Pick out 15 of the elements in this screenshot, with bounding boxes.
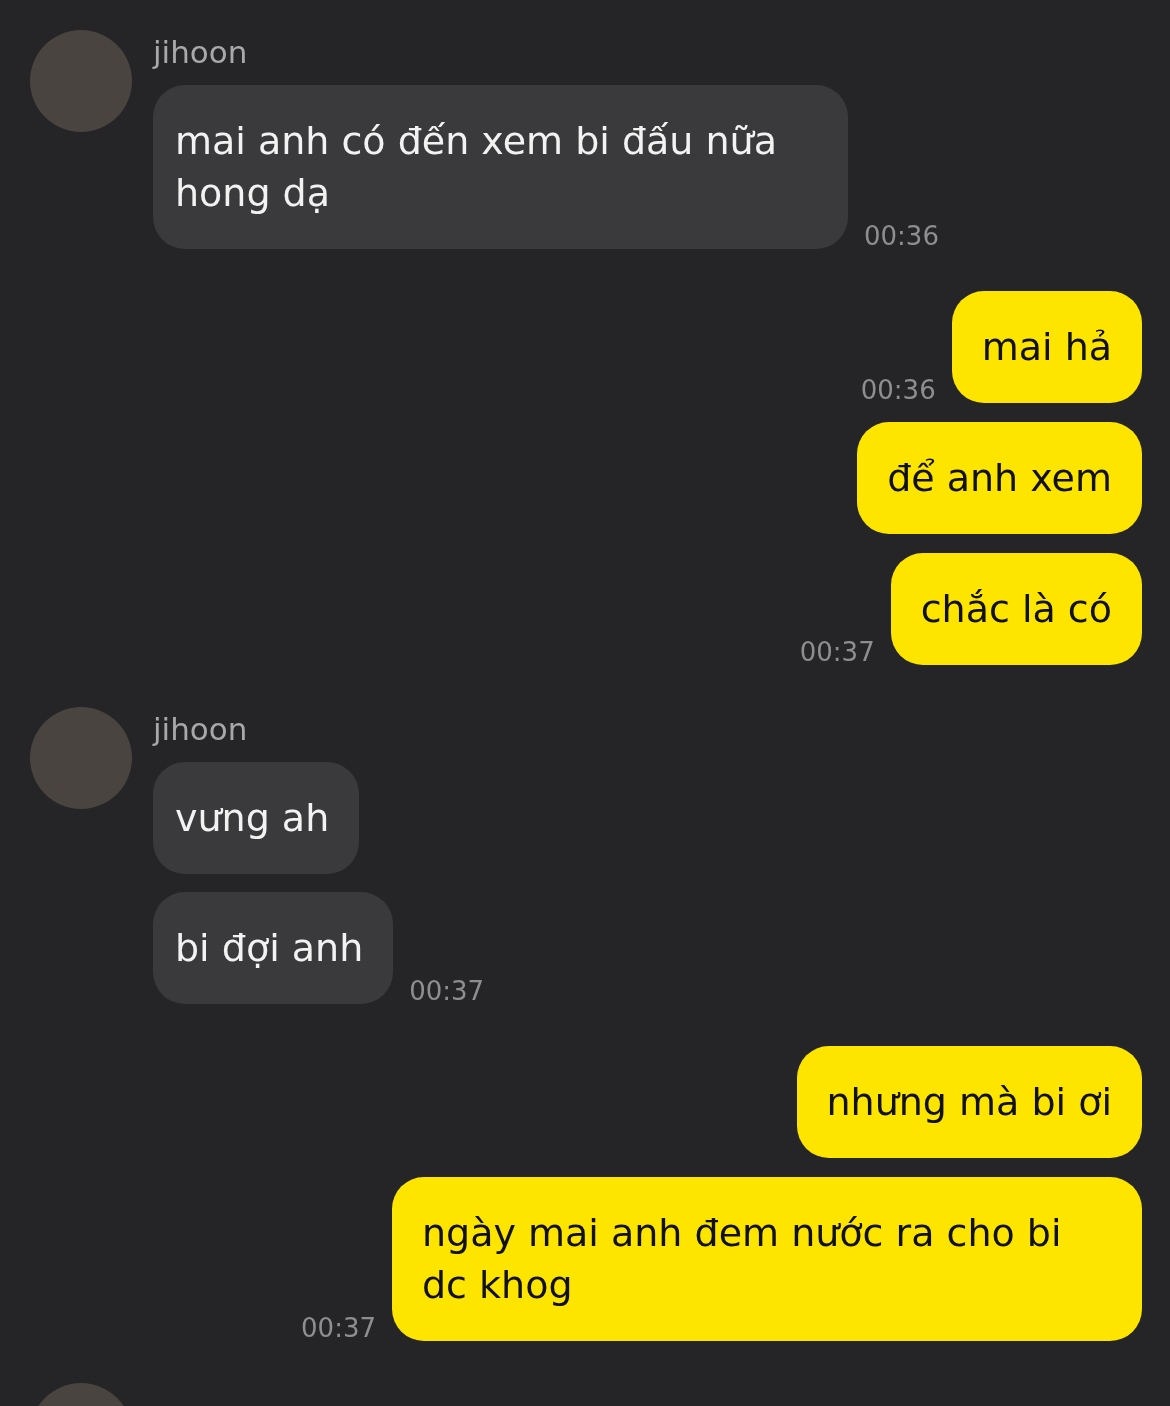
- message-bubble: bi đợi anh: [153, 892, 394, 1004]
- sender-name: jihoon: [153, 710, 249, 749]
- message-time: 00:36: [864, 221, 939, 251]
- message-bubble: mai hả: [951, 291, 1142, 403]
- message-time: 00:37: [409, 976, 485, 1006]
- message-time: 00:37: [799, 637, 875, 667]
- message-time: 00:37: [301, 1313, 376, 1343]
- message-bubble: để anh xem: [857, 422, 1142, 534]
- sender-name: jihoon: [153, 33, 249, 72]
- message-bubble: ngày mai anh đem nước ra cho bi dc khog: [392, 1177, 1142, 1341]
- message-bubble: vưng ah: [153, 762, 360, 874]
- message-bubble: nhưng mà bi ơi: [796, 1046, 1142, 1158]
- message-bubble: mai anh có đến xem bi đấu nữa hong dạ: [153, 85, 848, 249]
- message-bubble: chắc là có: [890, 553, 1142, 665]
- message-time: 00:36: [860, 375, 936, 405]
